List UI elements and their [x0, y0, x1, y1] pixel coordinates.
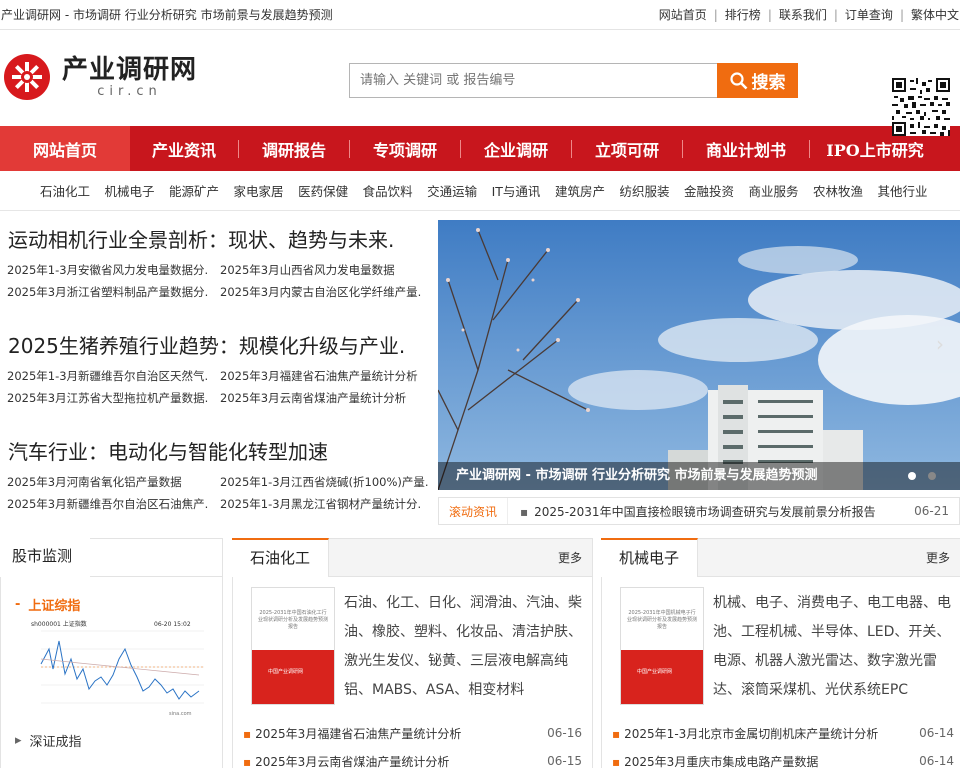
nav-feasibility[interactable]: 立项可研	[572, 126, 682, 171]
nav-ipo[interactable]: IPO上市研究	[810, 126, 940, 171]
logo-text-en: cir.cn	[97, 84, 162, 99]
stock-index-shanghai[interactable]: - 上证综指	[1, 589, 222, 619]
banner-slider[interactable]: › 产业调研网 - 市场调研 行业分析研究 市场前景与发展趋势预测	[438, 220, 960, 490]
news-item[interactable]: ▪ 2025年3月重庆市集成电路产量数据 06-14	[612, 747, 954, 775]
more-link[interactable]: 更多	[926, 549, 950, 566]
stock-monitor-panel: 股市监测 - 上证综指 sh000001 上证指数 06-20 15:02 sin…	[0, 538, 223, 768]
category-link[interactable]: 农林牧渔	[813, 181, 863, 200]
category-link[interactable]: 纺织服装	[619, 181, 669, 200]
sector-news-list: ▪ 2025年3月福建省石油焦产量统计分析 06-16 ▪ 2025年3月云南省煤油产…	[243, 719, 582, 775]
news-item[interactable]: ▪ 2025年3月云南省煤油产量统计分析 06-15	[243, 747, 582, 775]
logo-icon	[4, 54, 50, 100]
nav-business-plan[interactable]: 商业计划书	[683, 126, 809, 171]
nav-news[interactable]: 产业资讯	[130, 126, 238, 171]
headline-link[interactable]: 2025年3月山西省风力发电量数据	[220, 262, 433, 278]
headline-link[interactable]: 2025年3月浙江省塑料制品产量数据分.	[7, 284, 220, 300]
nav-enterprise[interactable]: 企业调研	[461, 126, 571, 171]
headline-link[interactable]: 2025年3月内蒙古自治区化学纤维产量.	[220, 284, 433, 300]
headline-link[interactable]: 2025年3月云南省煤油产量统计分析	[220, 390, 433, 406]
search-button[interactable]: 搜索	[717, 63, 798, 98]
banner-caption: 产业调研网 - 市场调研 行业分析研究 市场前景与发展趋势预测	[438, 462, 960, 490]
stock-chart: sh000001 上证指数 06-20 15:02 sina.com	[19, 619, 209, 721]
category-link[interactable]: 建筑房产	[555, 181, 605, 200]
headline-link[interactable]: 2025年1-3月新疆维吾尔自治区天然气.	[7, 368, 220, 384]
category-link[interactable]: 石油化工	[40, 181, 90, 200]
top-link-traditional[interactable]: 繁体中文	[904, 6, 960, 23]
scroll-news: 滚动资讯 ▪ 2025-2031年中国直接检眼镜市场调查研究与发展前景分析报告 0…	[438, 497, 960, 525]
top-link-contact[interactable]: 联系我们	[772, 6, 834, 23]
sector-panel-machinery: 机械电子 更多 2025-2031年中国机械电子行业现状调研分析及发展趋势预测报…	[601, 538, 960, 769]
site-logo[interactable]: 产业调研网 cir.cn	[4, 54, 197, 100]
category-link[interactable]: 商业服务	[748, 181, 798, 200]
headline-block: 2025生猪养殖行业趋势：规模化升级与产业. 2025年1-3月新疆维吾尔自治区…	[0, 326, 430, 406]
scroll-news-link[interactable]: ▪ 2025-2031年中国直接检眼镜市场调查研究与发展前景分析报告	[508, 503, 914, 520]
category-link[interactable]: 家电家居	[234, 181, 284, 200]
scroll-news-tag: 滚动资讯	[439, 498, 509, 524]
news-item[interactable]: ▪ 2025年3月福建省石油焦产量统计分析 06-16	[243, 719, 582, 747]
news-item[interactable]: ▪ 2025年1-3月北京市金属切削机床产量统计分析 06-14	[612, 719, 954, 747]
headline-block: 汽车行业：电动化与智能化转型加速 2025年3月河南省氧化铝产量数据 2025年…	[0, 432, 430, 512]
category-link[interactable]: 食品饮料	[363, 181, 413, 200]
report-cover-image[interactable]: 2025-2031年中国石油化工行业现状调研分析及发展趋势预测报告 中国产业调研…	[251, 587, 335, 705]
category-link[interactable]: 其他行业	[878, 181, 928, 200]
headline-title[interactable]: 运动相机行业全景剖析：现状、趋势与未来.	[8, 220, 430, 260]
sector-news-list: ▪ 2025年1-3月北京市金属切削机床产量统计分析 06-14 ▪ 2025年3月重…	[612, 719, 954, 775]
site-slogan: 产业调研网 - 市场调研 行业分析研究 市场前景与发展趋势预测	[1, 8, 333, 22]
banner-next-arrow[interactable]: ›	[936, 332, 944, 356]
top-link-ranking[interactable]: 排行榜	[718, 6, 768, 23]
nav-special[interactable]: 专项调研	[350, 126, 460, 171]
category-link[interactable]: 机械电子	[105, 181, 155, 200]
sector-keywords[interactable]: 石油、化工、日化、润滑油、汽油、柴油、橡胶、塑料、化妆品、清洁护肤、激光生发仪、…	[344, 589, 586, 705]
category-link[interactable]: 医药保健	[298, 181, 348, 200]
more-link[interactable]: 更多	[558, 549, 582, 566]
top-bar: 产业调研网 - 市场调研 行业分析研究 市场前景与发展趋势预测 网站首页 | 排行…	[0, 0, 960, 30]
stock-chart-time: 06-20 15:02	[154, 621, 191, 628]
banner-dot[interactable]	[928, 472, 936, 480]
banner-dot-active[interactable]	[908, 472, 916, 480]
top-link-orders[interactable]: 订单查询	[838, 6, 900, 23]
headline-list: 运动相机行业全景剖析：现状、趋势与未来. 2025年1-3月安徽省风力发电量数据…	[0, 220, 430, 538]
main-nav: 网站首页 产业资讯 调研报告 专项调研 企业调研 立项可研 商业计划书 IPO上…	[0, 126, 960, 171]
sector-panel-petrochemical: 石油化工 更多 2025-2031年中国石油化工行业现状调研分析及发展趋势预测报…	[232, 538, 593, 769]
category-nav: 石油化工 机械电子 能源矿产 家电家居 医药保健 食品饮料 交通运输 IT与通讯…	[0, 171, 960, 211]
category-link[interactable]: 能源矿产	[169, 181, 219, 200]
headline-title[interactable]: 汽车行业：电动化与智能化转型加速	[8, 432, 430, 472]
nav-reports[interactable]: 调研报告	[239, 126, 349, 171]
sector-title[interactable]: 机械电子	[601, 538, 699, 577]
search-icon	[729, 71, 747, 89]
top-link-home[interactable]: 网站首页	[652, 6, 714, 23]
headline-link[interactable]: 2025年3月江苏省大型拖拉机产量数据.	[7, 390, 220, 406]
headline-link[interactable]: 2025年3月新疆维吾尔自治区石油焦产.	[7, 496, 220, 512]
category-link[interactable]: 交通运输	[427, 181, 477, 200]
top-links: 网站首页 | 排行榜 | 联系我们 | 订单查询 | 繁体中文	[652, 6, 960, 23]
category-link[interactable]: IT与通讯	[492, 181, 541, 200]
sector-title[interactable]: 石油化工	[232, 538, 330, 577]
headline-link[interactable]: 2025年3月福建省石油焦产量统计分析	[220, 368, 433, 384]
stock-index-shenzhen[interactable]: ▸ 深证成指	[1, 725, 222, 755]
scroll-news-date: 06-21	[914, 504, 949, 518]
sector-keywords[interactable]: 机械、电子、消费电子、电工电器、电池、工程机械、半导体、LED、开关、电源、机器…	[713, 589, 957, 705]
headline-link[interactable]: 2025年1-3月江西省烧碱(折100%)产量.	[220, 474, 433, 490]
headline-title[interactable]: 2025生猪养殖行业趋势：规模化升级与产业.	[8, 326, 430, 366]
banner-image	[438, 220, 960, 490]
stock-monitor-title: 股市监测	[0, 538, 91, 577]
logo-text-cn: 产业调研网	[62, 55, 198, 85]
search-input[interactable]	[349, 63, 717, 98]
headline-link[interactable]: 2025年3月河南省氧化铝产量数据	[7, 474, 220, 490]
search-bar: 搜索	[349, 63, 798, 98]
stock-chart-code: sh000001 上证指数	[31, 620, 87, 628]
headline-link[interactable]: 2025年1-3月安徽省风力发电量数据分.	[7, 262, 220, 278]
header: 产业调研网 cir.cn 搜索	[0, 30, 960, 136]
report-cover-image[interactable]: 2025-2031年中国机械电子行业现状调研分析及发展趋势预测报告 中国产业调研…	[620, 587, 704, 705]
stock-chart-source: sina.com	[169, 711, 192, 717]
headline-link[interactable]: 2025年1-3月黑龙江省钢材产量统计分.	[220, 496, 433, 512]
nav-home[interactable]: 网站首页	[0, 126, 130, 171]
category-link[interactable]: 金融投资	[684, 181, 734, 200]
headline-block: 运动相机行业全景剖析：现状、趋势与未来. 2025年1-3月安徽省风力发电量数据…	[0, 220, 430, 300]
